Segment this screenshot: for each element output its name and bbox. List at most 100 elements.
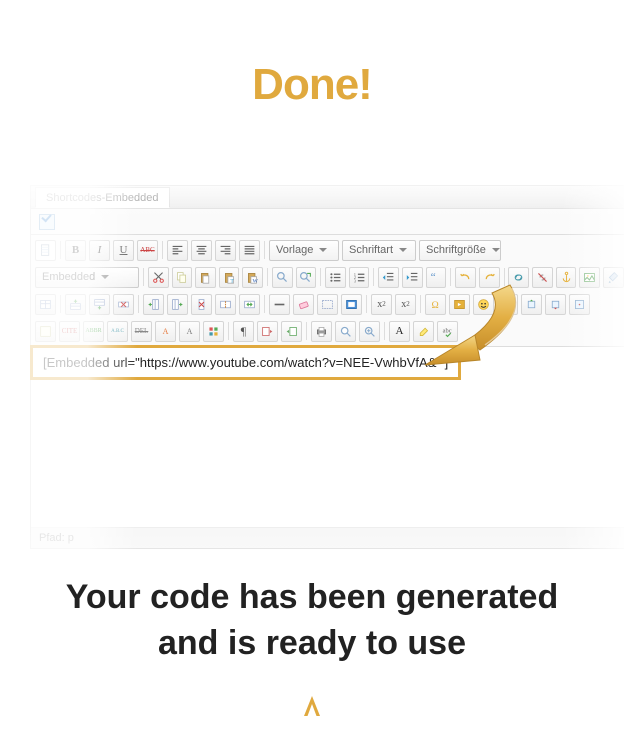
cut-button[interactable] [148, 267, 169, 288]
emoji-button[interactable] [473, 294, 494, 315]
row-delete-button[interactable] [113, 294, 134, 315]
cell-split-button[interactable] [215, 294, 236, 315]
style-select[interactable]: Embedded [35, 267, 139, 288]
abs-button[interactable] [569, 294, 590, 315]
copy-button[interactable] [172, 267, 193, 288]
paste-text-button[interactable]: T [219, 267, 240, 288]
superscript-button[interactable]: x2 [395, 294, 416, 315]
text-color-button[interactable]: A [389, 321, 410, 342]
redo-icon [483, 271, 496, 284]
editor-content[interactable]: [Embedded url="https://www.youtube.com/w… [31, 347, 624, 527]
paste-word-button[interactable]: W [242, 267, 263, 288]
ins-button[interactable]: A [155, 321, 176, 342]
link-button[interactable] [508, 267, 529, 288]
table-button[interactable] [35, 294, 56, 315]
media-button[interactable] [449, 294, 470, 315]
strike-button[interactable]: ABC [137, 240, 158, 261]
checkbox-row [31, 209, 624, 235]
abs-icon [573, 298, 586, 311]
bullet-list-button[interactable] [325, 267, 346, 288]
brand-logo [0, 695, 624, 722]
fullscreen-button[interactable] [341, 294, 362, 315]
zoom-button[interactable] [359, 321, 380, 342]
layer-forward-icon [525, 298, 538, 311]
remove-format-button[interactable] [293, 294, 314, 315]
ltr-icon [285, 325, 298, 338]
enable-checkbox[interactable] [39, 214, 55, 230]
underline-button[interactable]: U [113, 240, 134, 261]
fullscreen-icon [345, 298, 358, 311]
cell-merge-button[interactable] [239, 294, 260, 315]
redo-button[interactable] [479, 267, 500, 288]
copy-icon [175, 271, 188, 284]
style-button[interactable] [35, 321, 56, 342]
toolbar-row-2: Embedded T W 123 “ ? [35, 265, 624, 289]
font-family-select[interactable]: Schriftart [342, 240, 416, 261]
style-icon [39, 325, 52, 338]
cite-button[interactable]: CITE [59, 321, 80, 342]
row-delete-icon [117, 298, 130, 311]
rtl-button[interactable] [257, 321, 278, 342]
blockquote-button[interactable]: “ [426, 267, 447, 288]
font-size-select[interactable]: Schriftgröße [419, 240, 501, 261]
preview-icon [339, 325, 352, 338]
paste-word-icon: W [246, 271, 259, 284]
row-after-button[interactable] [89, 294, 110, 315]
subscript-button[interactable]: x2 [371, 294, 392, 315]
show-invisible-button[interactable] [317, 294, 338, 315]
image-button[interactable] [579, 267, 600, 288]
undo-button[interactable] [455, 267, 476, 288]
paste-button[interactable] [195, 267, 216, 288]
spellcheck-button[interactable]: abc [437, 321, 458, 342]
col-before-button[interactable] [143, 294, 164, 315]
col-delete-icon [195, 298, 208, 311]
attr-button[interactable]: A [179, 321, 200, 342]
abbr-button[interactable]: ABBR [83, 321, 104, 342]
hr-button[interactable] [269, 294, 290, 315]
indent-button[interactable] [402, 267, 423, 288]
align-center-button[interactable] [191, 240, 212, 261]
layer-back-icon [549, 298, 562, 311]
align-right-button[interactable] [215, 240, 236, 261]
tab-shortcodes-embedded[interactable]: Shortcodes-Embedded [35, 187, 170, 208]
bg-color-button[interactable] [413, 321, 434, 342]
broom-icon [607, 271, 620, 284]
cleanup-button[interactable] [603, 267, 624, 288]
bold-button[interactable]: B [65, 240, 86, 261]
row-before-icon [69, 298, 82, 311]
template-select[interactable]: Vorlage [269, 240, 339, 261]
ltr-button[interactable]: ¶ [233, 321, 254, 342]
char-button[interactable]: Ω [425, 294, 446, 315]
toolbar-row-4: CITE ABBR A.B.C DEL A A ¶ A abc [35, 319, 624, 343]
align-justify-button[interactable] [239, 240, 260, 261]
unlink-button[interactable] [532, 267, 553, 288]
align-right-icon [219, 244, 232, 257]
document-icon [39, 244, 52, 257]
acronym-button[interactable]: A.B.C [107, 321, 128, 342]
subheading-line-2: and is ready to use [158, 624, 466, 662]
print-button[interactable] [311, 321, 332, 342]
number-list-button[interactable]: 123 [349, 267, 370, 288]
ltr2-button[interactable] [281, 321, 302, 342]
layer-button[interactable] [497, 294, 518, 315]
toolbar-row-1: B I U ABC Vorlage Schriftart Schriftgröß… [35, 238, 624, 262]
anchor-button[interactable] [556, 267, 577, 288]
layer-forward-button[interactable] [521, 294, 542, 315]
italic-button[interactable]: I [89, 240, 110, 261]
layer-back-button[interactable] [545, 294, 566, 315]
outdent-icon [382, 271, 395, 284]
col-after-icon [171, 298, 184, 311]
styleprops-button[interactable] [203, 321, 224, 342]
col-delete-button[interactable] [191, 294, 212, 315]
outdent-button[interactable] [378, 267, 399, 288]
new-doc-button[interactable] [35, 240, 56, 261]
find-button[interactable] [272, 267, 293, 288]
image-icon [583, 271, 596, 284]
align-left-button[interactable] [167, 240, 188, 261]
hr-icon [273, 298, 286, 311]
row-before-button[interactable] [65, 294, 86, 315]
col-after-button[interactable] [167, 294, 188, 315]
replace-button[interactable] [296, 267, 317, 288]
del-button[interactable]: DEL [131, 321, 152, 342]
preview-button[interactable] [335, 321, 356, 342]
